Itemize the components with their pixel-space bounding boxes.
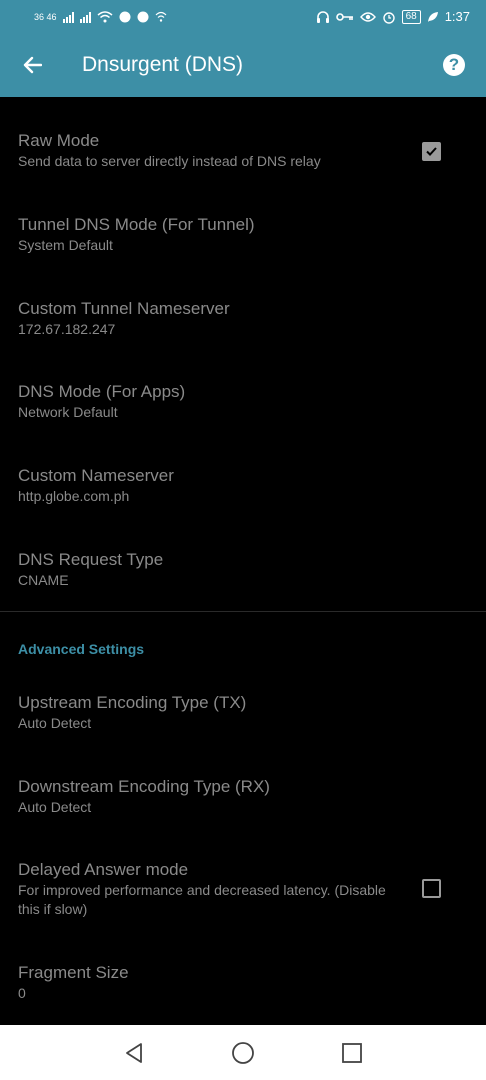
pref-dns-request-type[interactable]: DNS Request Type CNAME bbox=[0, 549, 486, 590]
clock-time: 1:37 bbox=[444, 9, 470, 24]
pref-summary: 0 bbox=[18, 985, 26, 1001]
preference-list[interactable]: Raw Mode Send data to server directly in… bbox=[0, 97, 486, 1025]
wifi-icon bbox=[97, 10, 113, 22]
pref-custom-tunnel-nameserver[interactable]: Custom Tunnel Nameserver 172.67.182.247 bbox=[0, 298, 486, 339]
notification-icon bbox=[137, 11, 149, 22]
pref-delayed-answer-mode[interactable]: Delayed Answer mode For improved perform… bbox=[0, 859, 486, 919]
pref-title: DNS Mode (For Apps) bbox=[18, 382, 186, 401]
check-icon bbox=[426, 147, 437, 156]
pref-summary: Auto Detect bbox=[18, 715, 92, 731]
wifi-small-icon bbox=[155, 11, 166, 22]
status-right: 68 1:37 bbox=[316, 9, 470, 24]
nav-recents-button[interactable] bbox=[332, 1033, 372, 1073]
system-nav-bar bbox=[0, 1025, 486, 1080]
help-circle-icon: ? bbox=[443, 54, 465, 76]
pref-title: Downstream Encoding Type (RX) bbox=[18, 777, 270, 796]
pref-tunnel-dns-mode[interactable]: Tunnel DNS Mode (For Tunnel) System Defa… bbox=[0, 214, 486, 255]
pref-summary: Auto Detect bbox=[18, 799, 92, 815]
recents-square-icon bbox=[341, 1042, 362, 1063]
alarm-icon bbox=[382, 11, 395, 24]
pref-downstream-encoding[interactable]: Downstream Encoding Type (RX) Auto Detec… bbox=[0, 776, 486, 817]
pref-title: DNS Request Type bbox=[18, 550, 164, 569]
app-bar: Dnsurgent (DNS) ? bbox=[0, 33, 486, 97]
nav-back-button[interactable] bbox=[114, 1033, 154, 1073]
pref-fragment-size[interactable]: Fragment Size 0 bbox=[0, 962, 486, 1003]
section-divider bbox=[0, 611, 486, 612]
pref-title: Custom Nameserver bbox=[18, 466, 174, 485]
signal-icon-2 bbox=[79, 11, 91, 23]
delayed-answer-checkbox[interactable] bbox=[422, 879, 441, 898]
status-left: 36 46 bbox=[34, 10, 167, 23]
leaf-icon bbox=[427, 11, 438, 22]
pref-summary: Send data to server directly instead of … bbox=[18, 153, 321, 169]
pref-summary: For improved performance and decreased l… bbox=[18, 882, 386, 917]
home-circle-icon bbox=[232, 1041, 254, 1064]
battery-icon: 68 bbox=[401, 9, 421, 24]
pref-summary: 172.67.182.247 bbox=[18, 321, 116, 337]
arrow-left-icon bbox=[23, 56, 42, 74]
pref-title: Upstream Encoding Type (TX) bbox=[18, 693, 247, 712]
back-button[interactable] bbox=[0, 33, 64, 97]
page-title: Dnsurgent (DNS) bbox=[82, 53, 244, 76]
status-bar: 36 46 68 1:37 bbox=[0, 0, 486, 33]
pref-title: Fragment Size bbox=[18, 963, 129, 982]
nfc-icon bbox=[119, 11, 131, 22]
pref-summary: CNAME bbox=[18, 572, 69, 588]
pref-title: Custom Tunnel Nameserver bbox=[18, 299, 230, 318]
help-button[interactable]: ? bbox=[422, 33, 486, 97]
raw-mode-checkbox[interactable] bbox=[422, 142, 441, 161]
pref-title: Raw Mode bbox=[18, 131, 100, 150]
pref-summary: http.globe.com.ph bbox=[18, 488, 130, 504]
back-triangle-icon bbox=[126, 1042, 143, 1063]
nav-home-button[interactable] bbox=[223, 1033, 263, 1073]
pref-summary: System Default bbox=[18, 237, 113, 253]
pref-upstream-encoding[interactable]: Upstream Encoding Type (TX) Auto Detect bbox=[0, 692, 486, 733]
network-type-text: 36 46 bbox=[34, 11, 57, 22]
pref-title: Delayed Answer mode bbox=[18, 860, 189, 879]
vpn-key-icon bbox=[335, 12, 353, 21]
pref-dns-mode-apps[interactable]: DNS Mode (For Apps) Network Default bbox=[0, 381, 486, 422]
headset-icon bbox=[316, 10, 329, 23]
pref-raw-mode[interactable]: Raw Mode Send data to server directly in… bbox=[0, 130, 486, 171]
pref-summary: Network Default bbox=[18, 404, 118, 420]
eye-icon bbox=[359, 11, 376, 22]
pref-custom-nameserver[interactable]: Custom Nameserver http.globe.com.ph bbox=[0, 465, 486, 506]
section-header-advanced: Advanced Settings bbox=[18, 641, 145, 657]
pref-title: Tunnel DNS Mode (For Tunnel) bbox=[18, 215, 255, 234]
signal-icon bbox=[62, 11, 74, 23]
